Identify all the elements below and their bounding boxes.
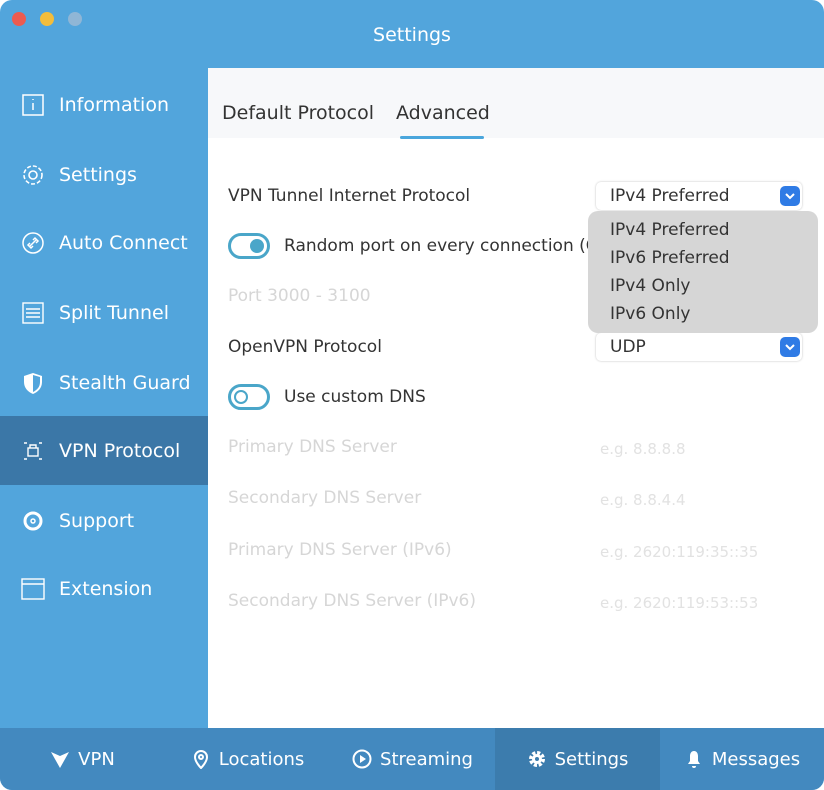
custom-dns-label: Use custom DNS [284, 387, 426, 407]
vpn-logo-icon [51, 752, 70, 768]
sidebar: Information Settings Auto Connect Split … [0, 68, 208, 728]
sidebar-item-label: Auto Connect [59, 231, 188, 254]
nav-label: Settings [554, 748, 629, 770]
openvpn-protocol-select[interactable]: UDP [596, 333, 802, 361]
custom-dns-toggle[interactable] [228, 384, 270, 410]
random-port-label: Random port on every connection (C [284, 236, 588, 256]
nav-label: VPN [78, 748, 115, 770]
nav-vpn[interactable]: VPN [0, 728, 165, 790]
openvpn-protocol-label: OpenVPN Protocol [228, 337, 382, 357]
primary-dns-label: Primary DNS Server [228, 437, 397, 457]
dropdown-option[interactable]: IPv4 Preferred [610, 217, 818, 245]
sidebar-item-label: Support [59, 509, 135, 532]
network-icon [24, 441, 42, 460]
shield-icon [24, 372, 42, 394]
dropdown-option[interactable]: IPv4 Only [610, 273, 818, 301]
nav-streaming[interactable]: Streaming [330, 728, 495, 790]
chevron-down-icon [780, 337, 800, 357]
sliders-icon [22, 301, 44, 324]
sidebar-item-extension[interactable]: Extension [0, 554, 208, 623]
chevron-down-icon [780, 186, 800, 206]
secondary-dns-label: Secondary DNS Server [228, 488, 422, 508]
nav-label: Messages [711, 748, 801, 770]
active-tab-indicator [400, 136, 484, 139]
nav-label: Locations [218, 748, 305, 770]
tunnel-protocol-select[interactable]: IPv4 Preferred [596, 182, 802, 210]
tab-default-protocol[interactable]: Default Protocol [222, 102, 374, 124]
openvpn-protocol-value: UDP [610, 337, 646, 357]
gear-icon [23, 164, 43, 185]
primary-dns-ipv6-label: Primary DNS Server (IPv6) [228, 540, 452, 560]
primary-dns-input[interactable]: e.g. 8.8.8.8 [600, 440, 686, 458]
window-title: Settings [373, 24, 451, 46]
settings-window: Settings Information Settings Auto Conne… [0, 0, 824, 790]
sidebar-item-label: Split Tunnel [59, 301, 169, 324]
tunnel-protocol-label: VPN Tunnel Internet Protocol [228, 186, 471, 206]
play-icon [352, 749, 372, 769]
sidebar-item-auto-connect[interactable]: Auto Connect [0, 208, 208, 277]
lifebuoy-icon [23, 511, 43, 530]
random-port-toggle[interactable] [228, 233, 270, 259]
bell-icon [687, 751, 700, 768]
sidebar-item-label: Stealth Guard [59, 371, 191, 394]
secondary-dns-input[interactable]: e.g. 8.8.4.4 [600, 491, 686, 509]
sidebar-item-support[interactable]: Support [0, 486, 208, 555]
dropdown-option[interactable]: IPv6 Only [610, 301, 818, 329]
nav-locations[interactable]: Locations [165, 728, 330, 790]
sidebar-item-settings[interactable]: Settings [0, 140, 208, 209]
info-icon [22, 93, 44, 116]
secondary-dns-ipv6-input[interactable]: e.g. 2620:119:53::53 [600, 594, 758, 612]
sidebar-item-information[interactable]: Information [0, 70, 208, 139]
link-icon [22, 231, 44, 254]
sidebar-item-label: Extension [59, 577, 153, 600]
browser-window-icon [21, 577, 45, 600]
sidebar-item-split-tunnel[interactable]: Split Tunnel [0, 278, 208, 347]
primary-dns-ipv6-input[interactable]: e.g. 2620:119:35::35 [600, 543, 758, 561]
nav-label: Streaming [380, 748, 473, 770]
nav-settings[interactable]: Settings [495, 728, 660, 790]
sidebar-item-label: Settings [59, 163, 137, 186]
tab-advanced[interactable]: Advanced [396, 102, 490, 124]
sidebar-item-stealth-guard[interactable]: Stealth Guard [0, 348, 208, 417]
gear-icon [528, 751, 545, 767]
secondary-dns-ipv6-label: Secondary DNS Server (IPv6) [228, 591, 476, 611]
location-pin-icon [193, 750, 208, 769]
dropdown-option[interactable]: IPv6 Preferred [610, 245, 818, 273]
nav-messages[interactable]: Messages [660, 728, 824, 790]
port-range-text: Port 3000 - 3100 [228, 286, 371, 306]
sidebar-item-label: Information [59, 93, 169, 116]
tab-bar: Default Protocol Advanced [208, 68, 824, 139]
bottom-nav: VPN Locations Streaming Settings Message… [0, 728, 824, 790]
main-panel: Default Protocol Advanced VPN Tunnel Int… [208, 68, 824, 728]
sidebar-item-label: VPN Protocol [59, 439, 181, 462]
tunnel-protocol-value: IPv4 Preferred [610, 186, 730, 206]
sidebar-item-vpn-protocol[interactable]: VPN Protocol [0, 416, 208, 485]
tunnel-protocol-dropdown-menu: IPv4 Preferred IPv6 Preferred IPv4 Only … [588, 211, 818, 333]
